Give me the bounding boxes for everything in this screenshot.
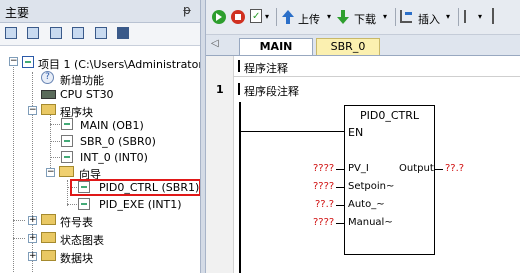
expand-toggle[interactable]: + <box>28 252 37 261</box>
pin-setpoint: Setpoin~ <box>348 181 395 192</box>
tab-sbr0[interactable]: SBR_0 <box>316 38 380 55</box>
comment-bar <box>238 83 240 95</box>
tab-main[interactable]: MAIN <box>239 38 313 55</box>
folder-icon <box>41 250 56 261</box>
document-icon[interactable] <box>50 27 62 39</box>
dropdown-arrow-icon[interactable]: ▾ <box>265 12 269 21</box>
delete-dropdown-icon[interactable]: ▾ <box>478 12 482 21</box>
program-icon <box>78 198 90 210</box>
collapse-toggle[interactable]: − <box>28 106 37 115</box>
tree-item-data-block[interactable]: 数据块 <box>60 250 93 266</box>
list-icon[interactable] <box>95 27 107 39</box>
pin-auto: Auto_~ <box>348 199 385 210</box>
panel-toolbar <box>0 23 200 46</box>
program-icon <box>61 135 73 147</box>
view-icon[interactable] <box>5 27 17 39</box>
input-value[interactable]: ???? <box>313 181 334 192</box>
comment-bar <box>238 60 240 72</box>
monitor-icon[interactable] <box>117 27 129 39</box>
main-toolbar: ✓ ▾ 上传 ▾ 下载 ▾ 插入 ▾ ▾ <box>206 0 520 35</box>
upload-dropdown-icon[interactable]: ▾ <box>327 12 331 21</box>
selection-highlight <box>70 179 200 196</box>
grid-icon[interactable] <box>27 27 39 39</box>
project-tree-panel: 主要 ᵽ − 项目 1 (C:\Users\Administrator\D ? … <box>0 0 200 273</box>
document-icon[interactable] <box>72 27 84 39</box>
tree-item-status-chart[interactable]: 状态图表 <box>60 232 104 248</box>
network-number: 1 <box>216 83 224 96</box>
project-icon <box>22 56 34 68</box>
block-title: PID0_CTRL <box>360 109 420 122</box>
panel-header: 主要 ᵽ <box>0 0 200 23</box>
download-button[interactable]: 下载 <box>354 11 376 27</box>
download-dropdown-icon[interactable]: ▾ <box>383 12 387 21</box>
tree-item-int0[interactable]: INT_0 (INT0) <box>80 151 148 164</box>
expand-toggle[interactable]: + <box>28 216 37 225</box>
panel-title: 主要 <box>5 6 30 20</box>
tree-item-main[interactable]: MAIN (OB1) <box>80 119 144 132</box>
help-icon: ? <box>41 71 54 84</box>
tree-item-new-features[interactable]: 新增功能 <box>60 72 104 88</box>
power-rail <box>239 102 241 273</box>
program-comment[interactable]: 程序注释 <box>244 60 288 76</box>
tree-item-pid-exe[interactable]: PID_EXE (INT1) <box>99 198 182 211</box>
insert-dropdown-icon[interactable]: ▾ <box>446 12 450 21</box>
output-value[interactable]: ??.? <box>445 163 464 174</box>
folder-icon <box>41 104 56 115</box>
tree-item-project[interactable]: 项目 1 (C:\Users\Administrator\D <box>38 56 200 72</box>
program-icon <box>61 118 73 130</box>
pin-manual: Manual~ <box>348 217 393 228</box>
network-comment[interactable]: 程序段注释 <box>244 83 299 99</box>
pin-icon[interactable]: ᵽ <box>183 3 191 17</box>
input-value[interactable]: ???? <box>313 163 334 174</box>
pin-pv-i: PV_I <box>348 163 369 174</box>
pin-output: Output <box>399 163 434 174</box>
insert-button[interactable]: 插入 <box>418 11 440 27</box>
delete-icon[interactable] <box>464 10 474 23</box>
program-icon <box>61 151 73 163</box>
en-pin: EN <box>348 126 364 139</box>
cpu-icon <box>41 90 56 99</box>
expand-toggle[interactable]: + <box>28 234 37 243</box>
input-value[interactable]: ???? <box>313 217 334 228</box>
editor-tabs: ◁ MAIN SBR_0 <box>206 35 520 56</box>
wizard-folder-icon <box>59 166 74 177</box>
collapse-toggle[interactable]: − <box>46 168 55 177</box>
toolbar-overflow-icon[interactable] <box>492 8 494 24</box>
tree-item-cpu[interactable]: CPU ST30 <box>60 88 114 101</box>
en-wire <box>241 131 344 132</box>
tree-item-sbr0[interactable]: SBR_0 (SBR0) <box>80 135 156 148</box>
input-value[interactable]: ??.? <box>315 199 334 210</box>
upload-icon[interactable] <box>282 10 294 17</box>
tab-scroll-left-icon[interactable]: ◁ <box>211 38 219 49</box>
upload-button[interactable]: 上传 <box>298 11 320 27</box>
download-icon[interactable] <box>341 10 345 17</box>
folder-icon <box>41 232 56 243</box>
tree-item-symbol-table[interactable]: 符号表 <box>60 214 93 230</box>
folder-icon <box>41 214 56 225</box>
collapse-toggle[interactable]: − <box>9 57 18 66</box>
